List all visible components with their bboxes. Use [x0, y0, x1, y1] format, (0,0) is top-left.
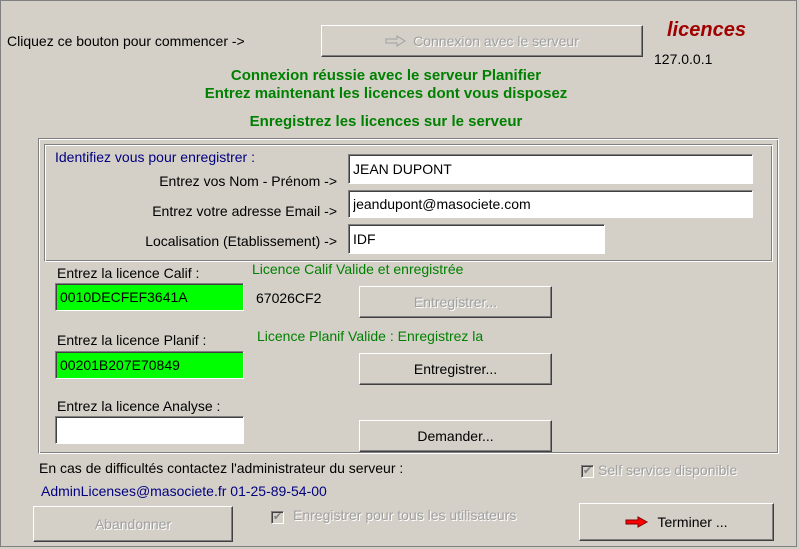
name-input[interactable] [348, 154, 753, 184]
start-prompt-label: Cliquez ce bouton pour commencer -> [7, 33, 245, 49]
planif-status: Licence Planif Valide : Enregistrez la [257, 328, 484, 344]
calif-license-label: Entrez la licence Calif : [57, 265, 200, 281]
analyse-license-input[interactable] [55, 416, 244, 444]
calif-register-button[interactable]: Entregistrer... [359, 286, 552, 318]
finish-button[interactable]: Terminer ... [579, 503, 774, 541]
identity-heading: Identifiez vous pour enregistrer : [55, 149, 255, 165]
planif-register-button[interactable]: Entregistrer... [359, 353, 552, 385]
self-service-label: Self service disponible [598, 462, 738, 478]
license-dialog: Cliquez ce bouton pour commencer -> Conn… [0, 0, 797, 547]
email-label: Entrez votre adresse Email -> [152, 203, 337, 219]
connect-server-button[interactable]: Connexion avec le serveur [321, 25, 643, 57]
checkmark-icon: ✔ [272, 511, 283, 523]
location-label: Localisation (Etablissement) -> [145, 233, 337, 249]
contact-info: AdminLicenses@masociete.fr 01-25-89-54-0… [41, 483, 327, 499]
red-right-arrow-icon [625, 516, 649, 528]
name-label: Entrez vos Nom - Prénom -> [159, 173, 337, 189]
status-connection-success: Connexion réussie avec le serveur Planif… [230, 67, 542, 84]
checkmark-icon: ✔ [582, 465, 593, 477]
planif-license-label: Entrez la licence Planif : [57, 332, 207, 348]
all-users-label: Enregistrer pour tous les utilisateurs [293, 507, 517, 523]
abandon-button[interactable]: Abandonner [33, 506, 233, 542]
status-register-licenses: Enregistrez les licences sur le serveur [249, 113, 523, 130]
analyse-license-label: Entrez la licence Analyse : [57, 398, 221, 414]
finish-label: Terminer ... [657, 514, 728, 530]
self-service-checkbox[interactable]: ✔ [581, 465, 594, 478]
status-enter-licenses: Entrez maintenant les licences dont vous… [204, 85, 568, 102]
right-arrow-outline-icon [385, 35, 407, 47]
location-input[interactable] [348, 224, 605, 254]
calif-license-input[interactable] [55, 283, 244, 311]
all-users-checkbox[interactable]: ✔ [271, 511, 284, 524]
calif-code: 67026CF2 [256, 290, 322, 306]
brand-logo: licences [667, 19, 746, 41]
calif-status: Licence Calif Valide et enregistrée [252, 261, 464, 277]
connect-server-label: Connexion avec le serveur [413, 33, 579, 49]
email-input[interactable] [348, 190, 753, 218]
planif-license-input[interactable] [55, 351, 244, 379]
server-ip: 127.0.0.1 [654, 51, 713, 67]
request-analyse-button[interactable]: Demander... [359, 420, 552, 452]
contact-text: En cas de difficultés contactez l'admini… [39, 460, 404, 476]
